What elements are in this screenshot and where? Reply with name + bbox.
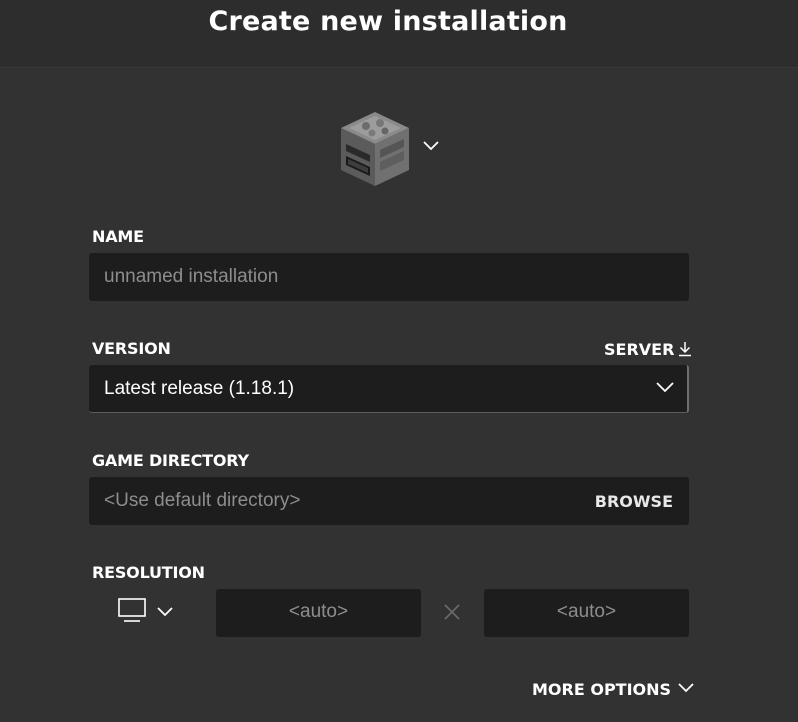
name-label: NAME: [92, 227, 144, 246]
installation-icon-picker[interactable]: [338, 110, 448, 190]
download-icon: [679, 342, 692, 357]
name-input[interactable]: unnamed installation: [89, 253, 689, 301]
resolution-height-input[interactable]: <auto>: [484, 589, 689, 637]
game-directory-placeholder: <Use default directory>: [104, 490, 301, 511]
version-selected-value: Latest release (1.18.1): [104, 378, 295, 399]
chevron-down-icon: [157, 607, 173, 617]
server-download-link[interactable]: SERVER: [604, 340, 692, 359]
resolution-preset-picker[interactable]: [118, 598, 178, 626]
header: Create new installation: [0, 0, 798, 68]
server-link-label: SERVER: [604, 340, 675, 359]
resolution-width-input[interactable]: <auto>: [216, 589, 421, 637]
multiply-icon: [444, 604, 460, 620]
furnace-block-icon: [341, 112, 409, 186]
chevron-down-icon: [656, 382, 674, 393]
game-directory-input[interactable]: <Use default directory> BROWSE: [89, 477, 689, 525]
version-select[interactable]: Latest release (1.18.1): [89, 365, 689, 413]
name-input-placeholder: unnamed installation: [104, 266, 279, 287]
resolution-label: RESOLUTION: [92, 563, 205, 582]
browse-button[interactable]: BROWSE: [595, 492, 673, 511]
more-options-label: MORE OPTIONS: [532, 680, 672, 699]
page-title: Create new installation: [208, 6, 568, 37]
chevron-down-icon: [678, 683, 694, 693]
game-directory-label: GAME DIRECTORY: [92, 451, 249, 470]
monitor-icon: [118, 598, 146, 622]
version-label: VERSION: [92, 339, 171, 358]
more-options-button[interactable]: MORE OPTIONS: [532, 680, 695, 699]
chevron-down-icon: [423, 141, 439, 151]
